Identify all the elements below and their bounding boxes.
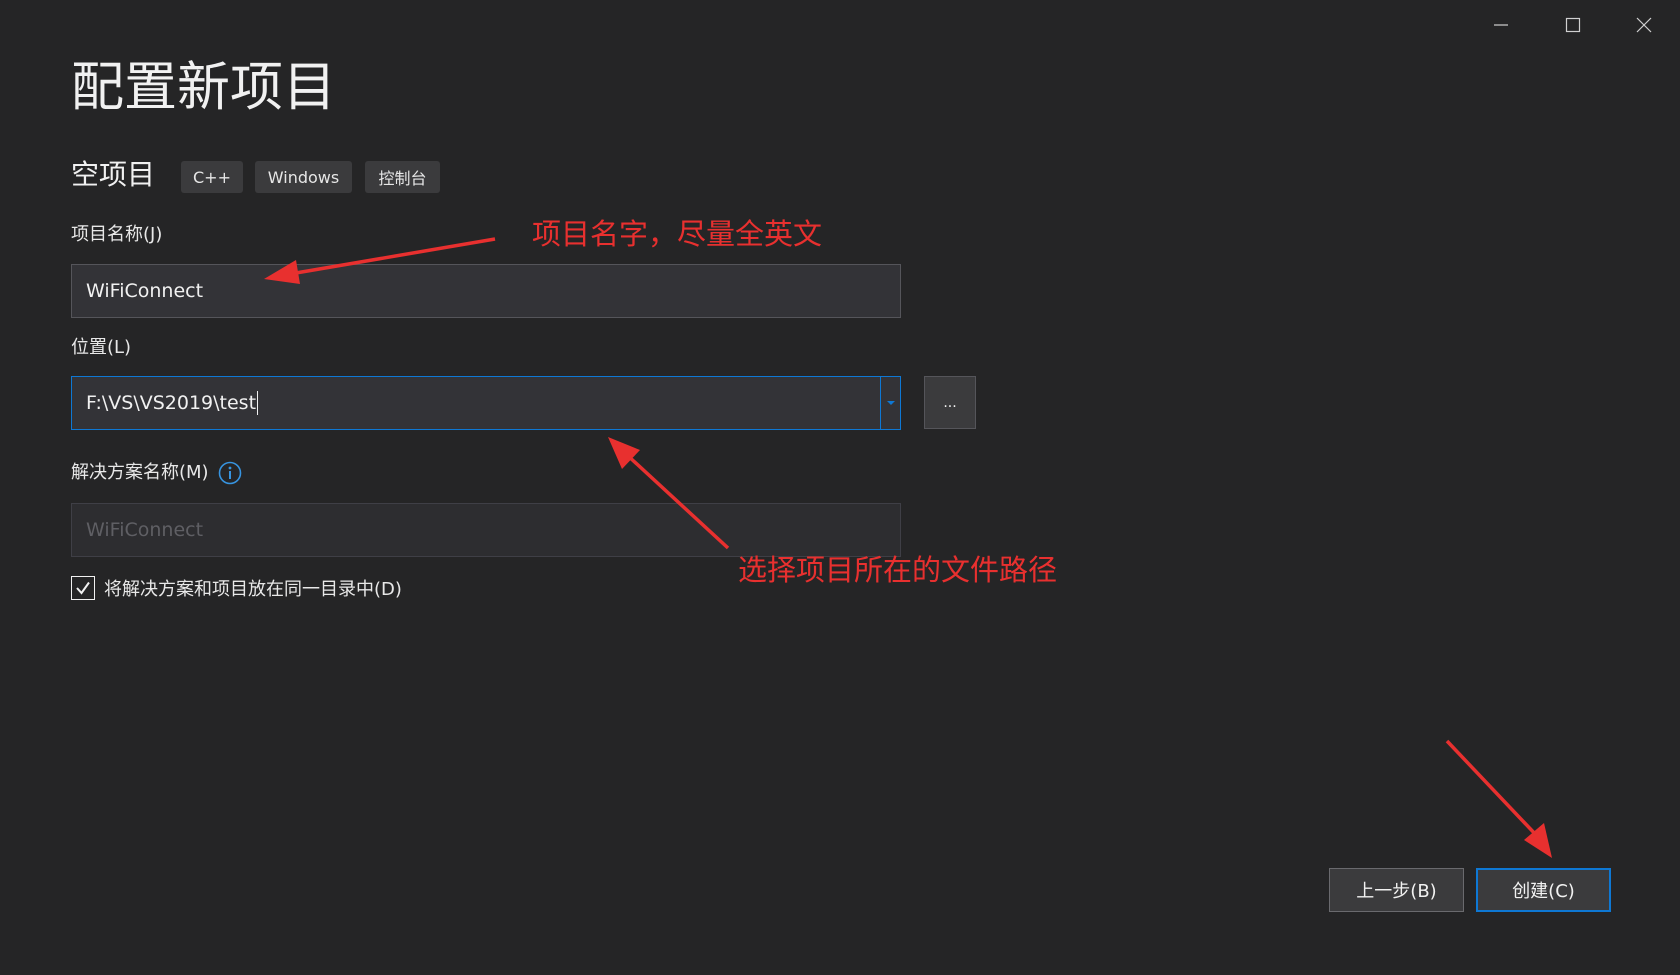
checkmark-icon — [76, 581, 90, 595]
tag-windows: Windows — [255, 161, 352, 193]
project-name-input[interactable]: WiFiConnect — [71, 264, 901, 318]
back-button[interactable]: 上一步(B) — [1329, 868, 1464, 912]
close-button[interactable] — [1608, 0, 1680, 50]
arrow-to-create — [1445, 739, 1552, 858]
browse-button[interactable]: ... — [924, 376, 976, 429]
project-name-label: 项目名称(J) — [71, 224, 163, 245]
same-directory-checkbox[interactable] — [71, 576, 95, 600]
solution-name-input: WiFiConnect — [71, 503, 901, 557]
maximize-button[interactable] — [1537, 0, 1609, 50]
page-title: 配置新项目 — [71, 57, 336, 118]
solution-name-placeholder: WiFiConnect — [86, 519, 204, 541]
template-name: 空项目 — [71, 158, 156, 191]
text-caret — [257, 391, 259, 415]
minimize-button[interactable] — [1465, 0, 1537, 50]
solution-name-label-row: 解决方案名称(M) — [71, 461, 242, 485]
same-directory-label: 将解决方案和项目放在同一目录中(D) — [104, 579, 402, 600]
maximize-icon — [1565, 17, 1581, 33]
annotation-project-name: 项目名字，尽量全英文 — [532, 217, 823, 251]
close-icon — [1636, 17, 1652, 33]
create-button[interactable]: 创建(C) — [1476, 868, 1611, 912]
project-name-value: WiFiConnect — [86, 280, 204, 302]
tag-cpp: C++ — [181, 161, 243, 193]
solution-name-label: 解决方案名称(M) — [71, 462, 209, 484]
location-combobox[interactable]: F:\VS\VS2019\test — [71, 376, 901, 430]
minimize-icon — [1494, 24, 1508, 26]
location-dropdown-button[interactable] — [880, 377, 900, 429]
location-label: 位置(L) — [71, 337, 132, 358]
info-icon[interactable] — [218, 461, 242, 485]
same-directory-option[interactable]: 将解决方案和项目放在同一目录中(D) — [71, 575, 402, 601]
annotation-arrows — [264, 237, 1552, 858]
tag-console: 控制台 — [365, 161, 440, 193]
location-value: F:\VS\VS2019\test — [86, 392, 257, 414]
chevron-down-icon — [886, 401, 895, 405]
configure-project-window: 配置新项目 空项目 C++ Windows 控制台 项目名称(J) WiFiCo… — [0, 0, 1680, 975]
annotation-location: 选择项目所在的文件路径 — [738, 553, 1058, 587]
